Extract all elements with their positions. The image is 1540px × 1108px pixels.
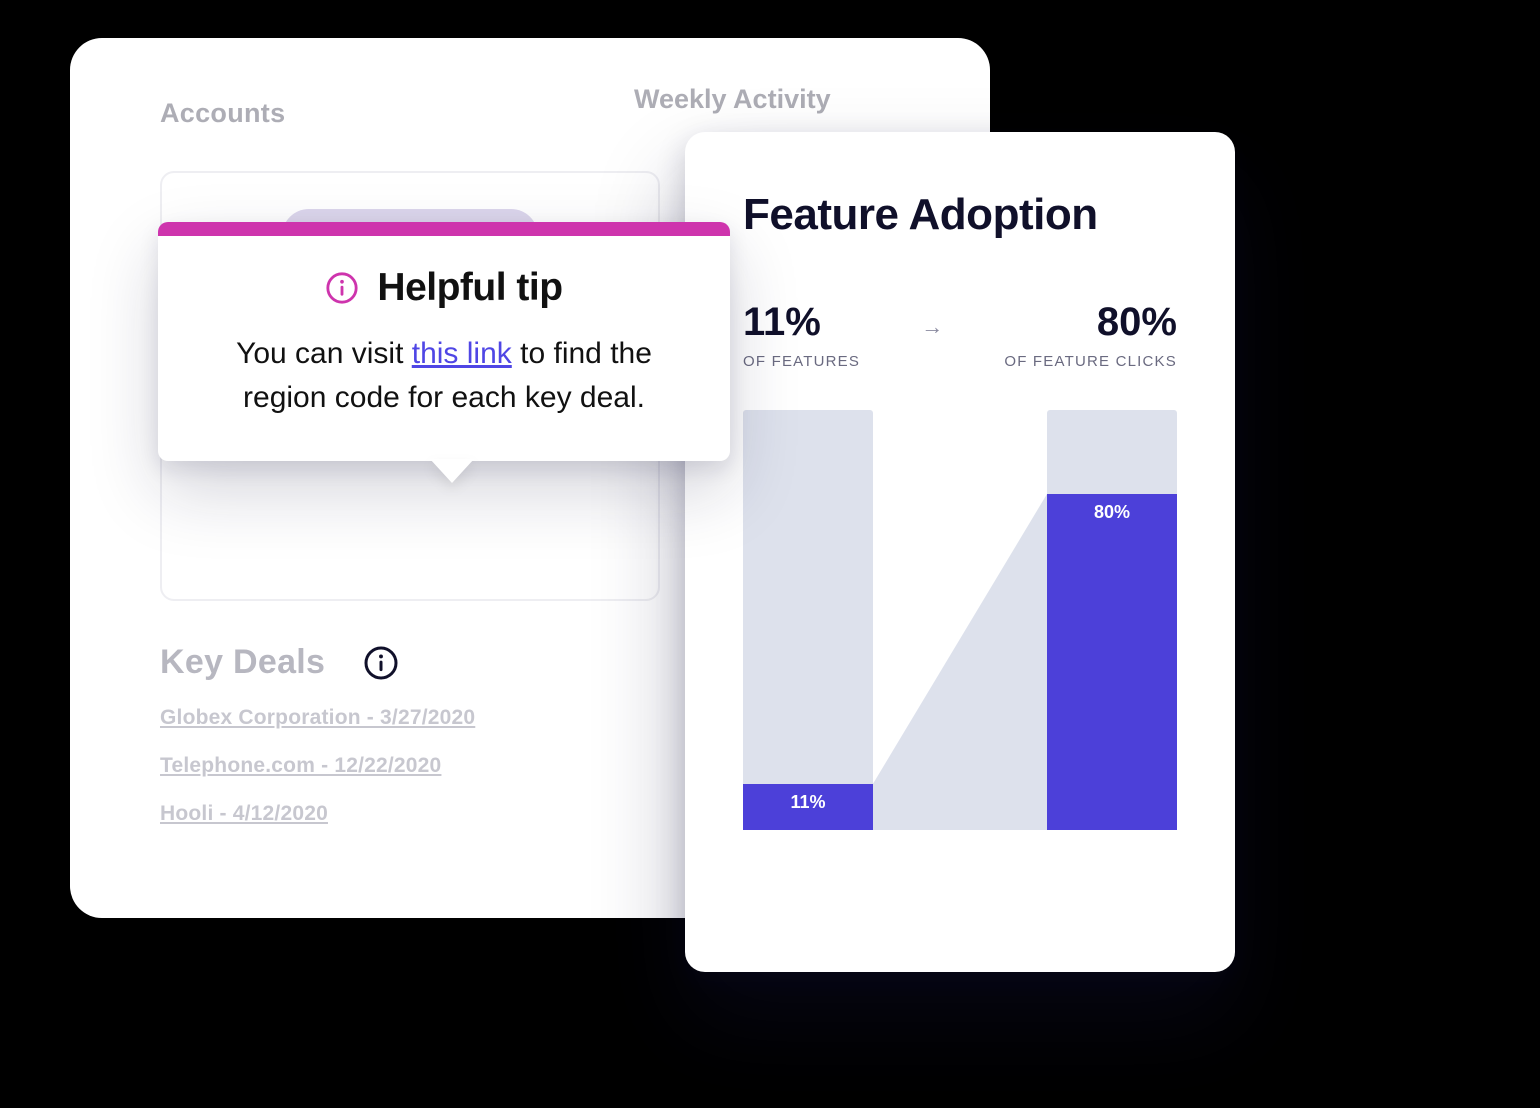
feature-adoption-title: Feature Adoption bbox=[743, 190, 1177, 240]
popover-tail bbox=[430, 459, 474, 483]
feature-adoption-chart: 11% 80% bbox=[743, 410, 1177, 830]
bar-value-label: 80% bbox=[1094, 502, 1130, 830]
info-icon bbox=[325, 271, 359, 305]
arrow-right-icon: → bbox=[921, 314, 943, 340]
bar-value-label: 11% bbox=[790, 792, 825, 830]
bar-track bbox=[743, 410, 873, 830]
stat-right-label: OF FEATURE CLICKS bbox=[1004, 353, 1177, 370]
stat-right: 80% OF FEATURE CLICKS bbox=[1004, 300, 1177, 370]
bar-fill: 80% bbox=[1047, 494, 1177, 830]
stat-right-value: 80% bbox=[1097, 300, 1177, 345]
tip-text: You can visit bbox=[236, 337, 412, 370]
info-icon[interactable] bbox=[363, 645, 399, 681]
feature-adoption-card: Feature Adoption 11% OF FEATURES → 80% O… bbox=[685, 132, 1235, 972]
weekly-activity-heading: Weekly Activity bbox=[634, 84, 831, 115]
tip-link[interactable]: this link bbox=[412, 337, 512, 370]
key-deals-heading: Key Deals bbox=[160, 643, 325, 682]
chart-connector bbox=[873, 410, 1047, 830]
stat-left-label: OF FEATURES bbox=[743, 353, 860, 370]
stat-left: 11% OF FEATURES bbox=[743, 300, 860, 370]
chart-bar-right: 80% bbox=[1047, 410, 1177, 830]
helpful-tip-popover: Helpful tip You can visit this link to f… bbox=[158, 222, 730, 461]
bar-fill: 11% bbox=[743, 784, 873, 830]
feature-adoption-stats: 11% OF FEATURES → 80% OF FEATURE CLICKS bbox=[743, 300, 1177, 370]
tip-title: Helpful tip bbox=[377, 266, 562, 310]
stat-left-value: 11% bbox=[743, 300, 860, 345]
tip-body: You can visit this link to find the regi… bbox=[196, 332, 692, 419]
chart-bar-left: 11% bbox=[743, 410, 873, 830]
